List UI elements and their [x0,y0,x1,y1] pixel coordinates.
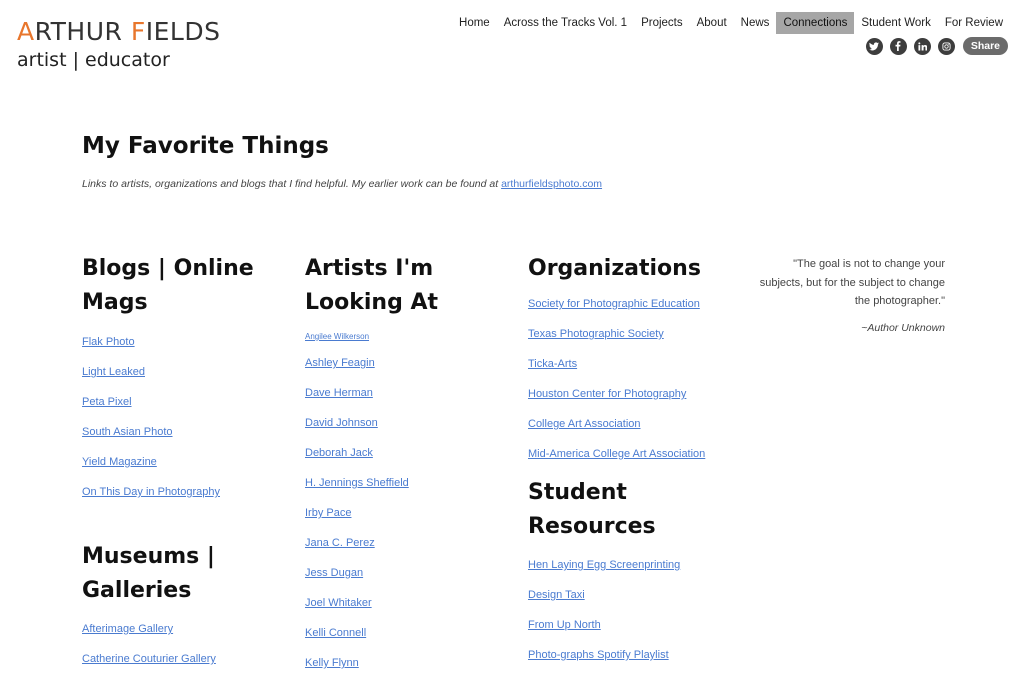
artists-section: Artists I'm Looking At Angilee Wilkerson … [305,252,438,678]
list-item: Peta Pixel [82,387,254,417]
link-jana-perez[interactable]: Jana C. Perez [305,537,375,549]
link-texas-photographic-society[interactable]: Texas Photographic Society [528,328,664,340]
intro-link[interactable]: arthurfieldsphoto.com [501,178,602,190]
main-nav: Home Across the Tracks Vol. 1 Projects A… [452,12,1010,34]
link-joel-whitaker[interactable]: Joel Whitaker [305,597,372,609]
link-irby-pace[interactable]: Irby Pace [305,507,351,519]
list-item: Deborah Jack [305,438,438,468]
link-houston-center[interactable]: Houston Center for Photography [528,388,686,400]
nav-connections[interactable]: Connections [776,12,855,34]
logo-subtitle: artist | educator [17,49,170,71]
nav-across-the-tracks[interactable]: Across the Tracks Vol. 1 [497,12,634,34]
nav-student-work[interactable]: Student Work [854,12,937,34]
nav-about[interactable]: About [690,12,734,34]
list-item: Society for Photographic Education [528,289,705,319]
link-peta-pixel[interactable]: Peta Pixel [82,396,132,408]
instagram-icon[interactable] [937,37,955,55]
link-deborah-jack[interactable]: Deborah Jack [305,447,373,459]
site-logo[interactable]: ARTHUR FIELDS artist | educator [17,18,220,72]
share-button[interactable]: Share [962,37,1008,55]
facebook-icon[interactable] [889,37,907,55]
link-design-taxi[interactable]: Design Taxi [528,589,585,601]
list-item: Ashley Feagin [305,348,438,378]
link-angilee-wilkerson[interactable]: Angilee Wilkerson [305,332,369,341]
list-item: Flak Photo [82,327,254,357]
list-item: Ticka-Arts [528,349,705,379]
list-item: Irby Pace [305,498,438,528]
nav-projects[interactable]: Projects [634,12,690,34]
link-hen-laying-egg[interactable]: Hen Laying Egg Screenprinting [528,559,680,571]
link-jess-dugan[interactable]: Jess Dugan [305,567,363,579]
list-item: Kelli Connell [305,618,438,648]
list-item: Joel Whitaker [305,588,438,618]
twitter-icon[interactable] [865,37,883,55]
artists-heading: Artists I'm Looking At [305,256,439,315]
organizations-heading: Organizations [528,256,701,281]
list-item: Light Leaked [82,357,254,387]
link-college-art-association[interactable]: College Art Association [528,418,641,430]
list-item: From Up North [528,610,680,640]
link-kelli-connell[interactable]: Kelli Connell [305,627,366,639]
list-item: H. Jennings Sheffield [305,468,438,498]
list-item: Texas Photographic Society [528,319,705,349]
list-item: Jana C. Perez [305,528,438,558]
list-item: Jess Dugan [305,558,438,588]
list-item: Design Taxi [528,580,680,610]
nav-for-review[interactable]: For Review [938,12,1010,34]
student-resources-heading: Student Resources [528,480,656,539]
list-item: South Asian Photo [82,417,254,447]
list-item: Houston Center for Photography [528,379,705,409]
list-item: David Johnson [305,408,438,438]
blogs-list: Flak Photo Light Leaked Peta Pixel South… [82,327,254,507]
quote-author: ~Author Unknown [861,322,945,334]
social-bar: Share [865,37,1008,55]
organizations-section: Organizations Society for Photographic E… [528,252,705,469]
nav-home[interactable]: Home [452,12,497,34]
link-ticka-arts[interactable]: Ticka-Arts [528,358,577,370]
linkedin-icon[interactable] [913,37,931,55]
quote-text: "The goal is not to change your subjects… [759,258,945,307]
link-spe[interactable]: Society for Photographic Education [528,298,700,310]
list-item: Kelly Flynn [305,648,438,678]
link-south-asian-photo[interactable]: South Asian Photo [82,426,173,438]
link-dave-herman[interactable]: Dave Herman [305,387,373,399]
logo-name: ARTHUR FIELDS [17,17,221,46]
nav-news[interactable]: News [734,12,777,34]
blogs-section: Blogs | Online Mags Flak Photo Light Leak… [82,252,254,507]
list-item: Afterimage Gallery [82,614,216,644]
page-title: My Favorite Things [82,133,329,159]
link-afterimage-gallery[interactable]: Afterimage Gallery [82,623,173,635]
museums-list: Afterimage Gallery Catherine Couturier G… [82,614,216,674]
artists-list: Angilee Wilkerson Ashley Feagin Dave Her… [305,326,438,678]
student-resources-list: Hen Laying Egg Screenprinting Design Tax… [528,550,680,670]
link-yield-magazine[interactable]: Yield Magazine [82,456,157,468]
museums-heading: Museums | Galleries [82,544,215,603]
list-item: Photo-graphs Spotify Playlist [528,640,680,670]
museums-section: Museums | Galleries Afterimage Gallery Ca… [82,540,216,674]
link-mid-america-caa[interactable]: Mid-America College Art Association [528,448,705,460]
list-item: Dave Herman [305,378,438,408]
list-item: On This Day in Photography [82,477,254,507]
list-item: Angilee Wilkerson [305,326,438,348]
link-from-up-north[interactable]: From Up North [528,619,601,631]
link-spotify-playlist[interactable]: Photo-graphs Spotify Playlist [528,649,669,661]
organizations-list: Society for Photographic Education Texas… [528,289,705,469]
link-catherine-couturier[interactable]: Catherine Couturier Gallery [82,653,216,665]
link-david-johnson[interactable]: David Johnson [305,417,378,429]
list-item: Mid-America College Art Association [528,439,705,469]
list-item: College Art Association [528,409,705,439]
link-h-jennings-sheffield[interactable]: H. Jennings Sheffield [305,477,409,489]
list-item: Catherine Couturier Gallery [82,644,216,674]
link-light-leaked[interactable]: Light Leaked [82,366,145,378]
link-kelly-flynn[interactable]: Kelly Flynn [305,657,359,669]
link-flak-photo[interactable]: Flak Photo [82,336,135,348]
list-item: Yield Magazine [82,447,254,477]
intro-text: Links to artists, organizations and blog… [82,178,603,190]
link-ashley-feagin[interactable]: Ashley Feagin [305,357,375,369]
student-resources-section: Student Resources Hen Laying Egg Screenpr… [528,476,680,670]
blogs-heading: Blogs | Online Mags [82,256,254,315]
list-item: Hen Laying Egg Screenprinting [528,550,680,580]
link-on-this-day[interactable]: On This Day in Photography [82,486,220,498]
